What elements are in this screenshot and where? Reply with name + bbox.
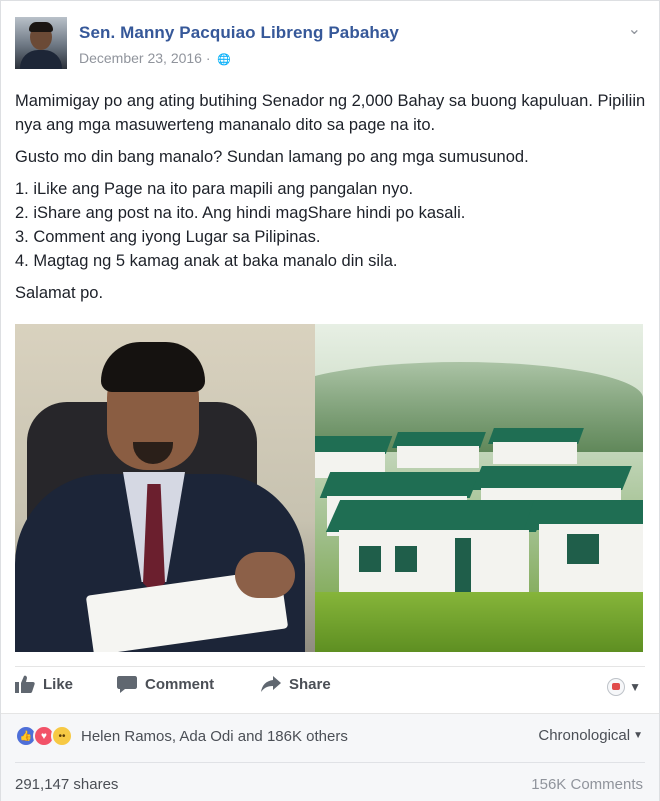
audience-selector[interactable]: ▼ <box>607 678 641 696</box>
page-avatar[interactable] <box>15 17 67 69</box>
lawn <box>277 592 643 652</box>
date-separator: · <box>205 50 211 66</box>
action-bar: Like Comment Share ▼ <box>15 675 647 703</box>
list-item: 1. iLike ang Page na ito para mapili ang… <box>15 180 414 198</box>
sort-label[interactable]: Chronological <box>538 727 630 744</box>
chevron-down-icon[interactable]: ⌄ <box>628 19 641 39</box>
caret-down-icon: ▼ <box>633 730 643 741</box>
reactions-text[interactable]: Helen Ramos, Ada Odi and 186K others <box>81 728 348 745</box>
house-roof <box>325 500 551 532</box>
post-card: Sen. Manny Pacquiao Libreng Pabahay Dece… <box>0 0 660 801</box>
share-button[interactable]: Share <box>261 675 331 693</box>
house-window <box>395 546 417 572</box>
house <box>397 446 479 468</box>
post-body: Mamimigay po ang ating butihing Senador … <box>15 89 651 313</box>
house-door <box>455 538 471 594</box>
instruction-list: 1. iLike ang Page na ito para mapili ang… <box>15 177 651 273</box>
list-item: 4. Magtag ng 5 kamag anak at baka manalo… <box>15 252 398 270</box>
comment-sort-dropdown[interactable]: Chronological ▼ <box>538 727 643 744</box>
post-photo[interactable] <box>15 324 643 652</box>
post-paragraph: Mamimigay po ang ating butihing Senador … <box>15 92 646 134</box>
page-audience-icon <box>607 678 626 696</box>
post-date-text[interactable]: December 23, 2016 <box>79 50 202 66</box>
divider <box>15 762 645 763</box>
speech-bubble-icon <box>117 676 137 693</box>
shares-count[interactable]: 291,147 shares <box>15 776 118 793</box>
housing-image <box>277 324 643 652</box>
senator-image <box>15 324 315 652</box>
post-paragraph: Salamat po. <box>15 284 104 302</box>
globe-icon[interactable]: 🌐 <box>217 54 231 66</box>
wow-reaction-icon: •• <box>51 725 73 747</box>
share-arrow-icon <box>261 676 281 692</box>
divider <box>15 666 645 667</box>
house-window <box>567 534 599 564</box>
page-name-link[interactable]: Sen. Manny Pacquiao Libreng Pabahay <box>79 23 399 43</box>
reactions-summary[interactable]: 👍 ♥ •• Helen Ramos, Ada Odi and 186K oth… <box>15 725 348 747</box>
comments-count[interactable]: 156K Comments <box>531 776 643 793</box>
comment-label[interactable]: Comment <box>145 676 214 693</box>
house-roof <box>472 466 632 490</box>
like-button[interactable]: Like <box>15 675 73 693</box>
hand <box>235 552 295 598</box>
avatar-hair <box>29 22 53 32</box>
post-timestamp[interactable]: December 23, 2016 · 🌐 <box>79 50 231 66</box>
comment-button[interactable]: Comment <box>117 675 214 693</box>
house-roof <box>319 472 481 498</box>
caret-down-icon: ▼ <box>629 680 641 694</box>
house <box>493 442 577 464</box>
avatar-suit <box>20 50 62 69</box>
post-header: Sen. Manny Pacquiao Libreng Pabahay Dece… <box>15 17 645 73</box>
share-label[interactable]: Share <box>289 676 331 693</box>
list-item: 3. Comment ang iyong Lugar sa Pilipinas. <box>15 228 321 246</box>
house-window <box>359 546 381 572</box>
post-paragraph: Gusto mo din bang manalo? Sundan lamang … <box>15 148 529 166</box>
like-label[interactable]: Like <box>43 676 73 693</box>
hair <box>101 342 205 392</box>
list-item: 2. iShare ang post na ito. Ang hindi mag… <box>15 204 466 222</box>
thumbs-up-icon <box>15 675 35 693</box>
